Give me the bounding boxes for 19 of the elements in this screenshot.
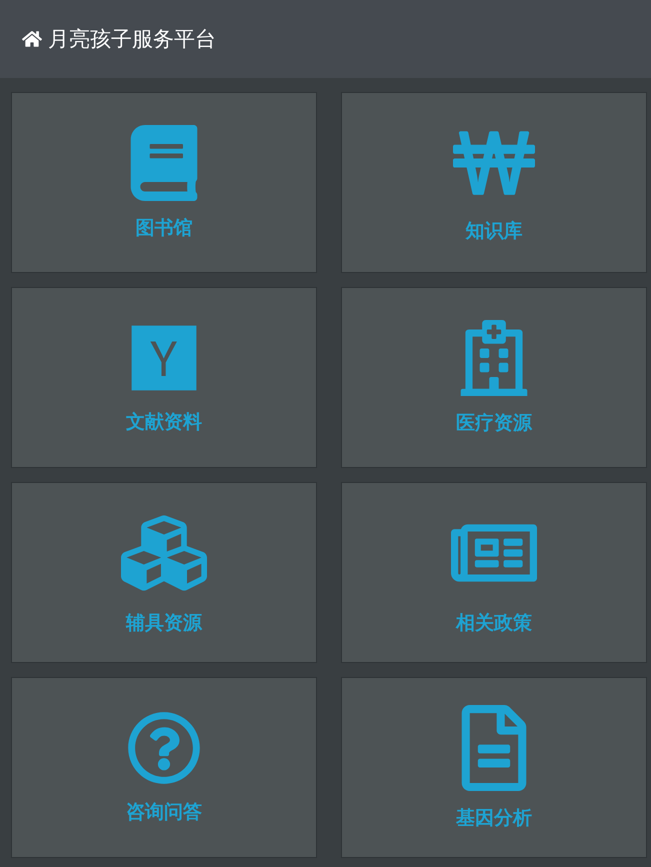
menu-tile[interactable]: 基因分析 (341, 677, 647, 858)
tile-label: 咨询问答 (126, 800, 202, 824)
menu-tile[interactable]: 图书馆 (11, 92, 317, 273)
tile-label: 医疗资源 (456, 410, 532, 436)
tile-label: 辅具资源 (126, 610, 202, 636)
menu-tile[interactable]: 相关政策 (341, 482, 647, 663)
tile-label: 知识库 (466, 218, 522, 244)
question-icon (127, 710, 201, 784)
home-icon (22, 29, 42, 49)
menu-tile[interactable]: 知识库 (341, 92, 647, 273)
tile-label: 文献资料 (126, 410, 202, 434)
menu-tile[interactable]: 文献资料 (11, 287, 317, 468)
tile-label: 基因分析 (456, 806, 532, 830)
tile-label: 相关政策 (456, 610, 532, 636)
menu-tile[interactable]: 咨询问答 (11, 677, 317, 858)
page-title: 月亮孩子服务平台 (48, 26, 216, 53)
tile-label: 图书馆 (136, 216, 192, 240)
menu-tile[interactable]: 辅具资源 (11, 482, 317, 663)
menu-tile[interactable]: 医疗资源 (341, 287, 647, 468)
